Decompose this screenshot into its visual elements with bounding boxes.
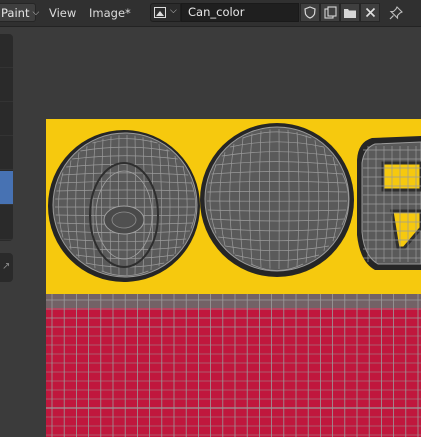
tool-smear[interactable] (0, 102, 13, 136)
open-image-button[interactable] (340, 3, 360, 22)
image-editor-header: Paint ⌵ View Image* ⌵ Can_color (0, 0, 421, 27)
mode-label: Paint (1, 5, 30, 20)
menu-image[interactable]: Image* (89, 6, 131, 20)
menu-view[interactable]: View (49, 6, 76, 20)
chevron-down-icon: ⌵ (170, 6, 177, 16)
pin-icon (389, 6, 403, 20)
image-type-icon (154, 7, 166, 18)
fake-user-shield-icon (304, 6, 316, 19)
chevron-down-icon: ⌵ (32, 7, 40, 18)
unlink-image-icon (365, 7, 375, 18)
uv-island-bottom (48, 130, 200, 282)
uv-canvas[interactable] (0, 27, 421, 437)
expand-arrow-icon: ↗ (2, 261, 11, 272)
uv-island-top (200, 123, 354, 277)
open-image-icon (344, 8, 356, 18)
mode-dropdown[interactable]: Paint ⌵ (0, 3, 40, 22)
new-image-icon (323, 6, 337, 19)
unlink-image-button[interactable] (360, 3, 380, 22)
tool-soften[interactable] (0, 68, 13, 102)
image-name-field[interactable]: Can_color (181, 3, 299, 22)
tool-mask[interactable] (0, 206, 13, 240)
uv-island-tab (357, 136, 421, 270)
tool-fill[interactable] (0, 171, 13, 205)
new-image-button[interactable] (320, 3, 340, 22)
tool-shelf (0, 34, 13, 241)
tool-clone[interactable] (0, 136, 13, 170)
can-red-region (46, 294, 421, 437)
image-browse-dropdown[interactable]: ⌵ (150, 3, 181, 22)
fake-user-button[interactable] (300, 3, 320, 22)
toolbar-expand-handle[interactable]: ↗ (0, 253, 13, 282)
pin-button[interactable] (387, 4, 405, 22)
tool-draw[interactable] (0, 34, 13, 68)
